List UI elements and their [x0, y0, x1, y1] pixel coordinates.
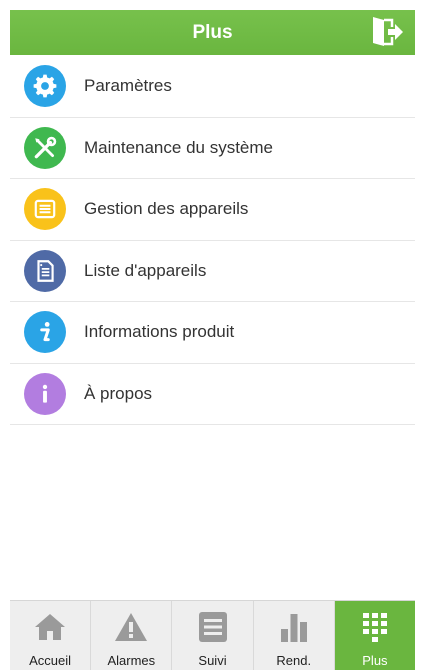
tab-label: Rend. — [276, 653, 312, 668]
menu-label: Maintenance du système — [84, 137, 273, 157]
tab-rend[interactable]: Rend. — [254, 601, 335, 670]
tab-label: Plus — [362, 653, 388, 668]
tab-alarmes[interactable]: Alarmes — [91, 601, 173, 670]
tab-suivi[interactable]: Suivi — [172, 601, 254, 670]
wrench-screwdriver-icon — [24, 126, 66, 169]
menu-label: Informations produit — [84, 322, 235, 342]
bar-chart-icon — [278, 611, 310, 643]
warning-icon — [114, 611, 148, 643]
page-title: Plus — [192, 21, 233, 43]
bottom-tab-bar: Accueil Alarmes Suivi Rend. Plus — [10, 600, 416, 670]
tab-accueil[interactable]: Accueil — [10, 601, 92, 670]
menu-item-gestion-appareils[interactable]: Gestion des appareils — [10, 179, 415, 241]
menu-item-maintenance[interactable]: Maintenance du système — [10, 118, 415, 179]
tab-plus[interactable]: Plus — [334, 601, 416, 670]
menu-item-a-propos[interactable]: À propos — [10, 364, 415, 425]
info-italic-icon — [24, 311, 66, 354]
lines-icon — [197, 611, 229, 643]
info-icon — [24, 372, 66, 415]
menu-item-liste-appareils[interactable]: Liste d'appareils — [10, 241, 415, 302]
header-bar: Plus — [10, 10, 415, 55]
document-list-icon — [24, 249, 66, 292]
tab-label: Accueil — [29, 653, 72, 668]
list-icon — [24, 188, 66, 231]
logout-button[interactable] — [367, 12, 407, 52]
menu-label: À propos — [84, 383, 153, 403]
tab-label: Suivi — [198, 653, 227, 668]
home-icon — [33, 611, 67, 643]
more-menu-list: Paramètres Maintenance du système Gestio… — [10, 56, 415, 425]
menu-label: Liste d'appareils — [84, 260, 207, 280]
grid-icon — [360, 611, 390, 643]
menu-label: Paramètres — [84, 76, 172, 96]
gear-icon — [24, 65, 66, 108]
logout-door-icon — [373, 17, 403, 46]
tab-label: Alarmes — [107, 653, 156, 668]
menu-item-informations-produit[interactable]: Informations produit — [10, 302, 415, 364]
menu-item-parametres[interactable]: Paramètres — [10, 56, 415, 118]
menu-label: Gestion des appareils — [84, 199, 249, 219]
